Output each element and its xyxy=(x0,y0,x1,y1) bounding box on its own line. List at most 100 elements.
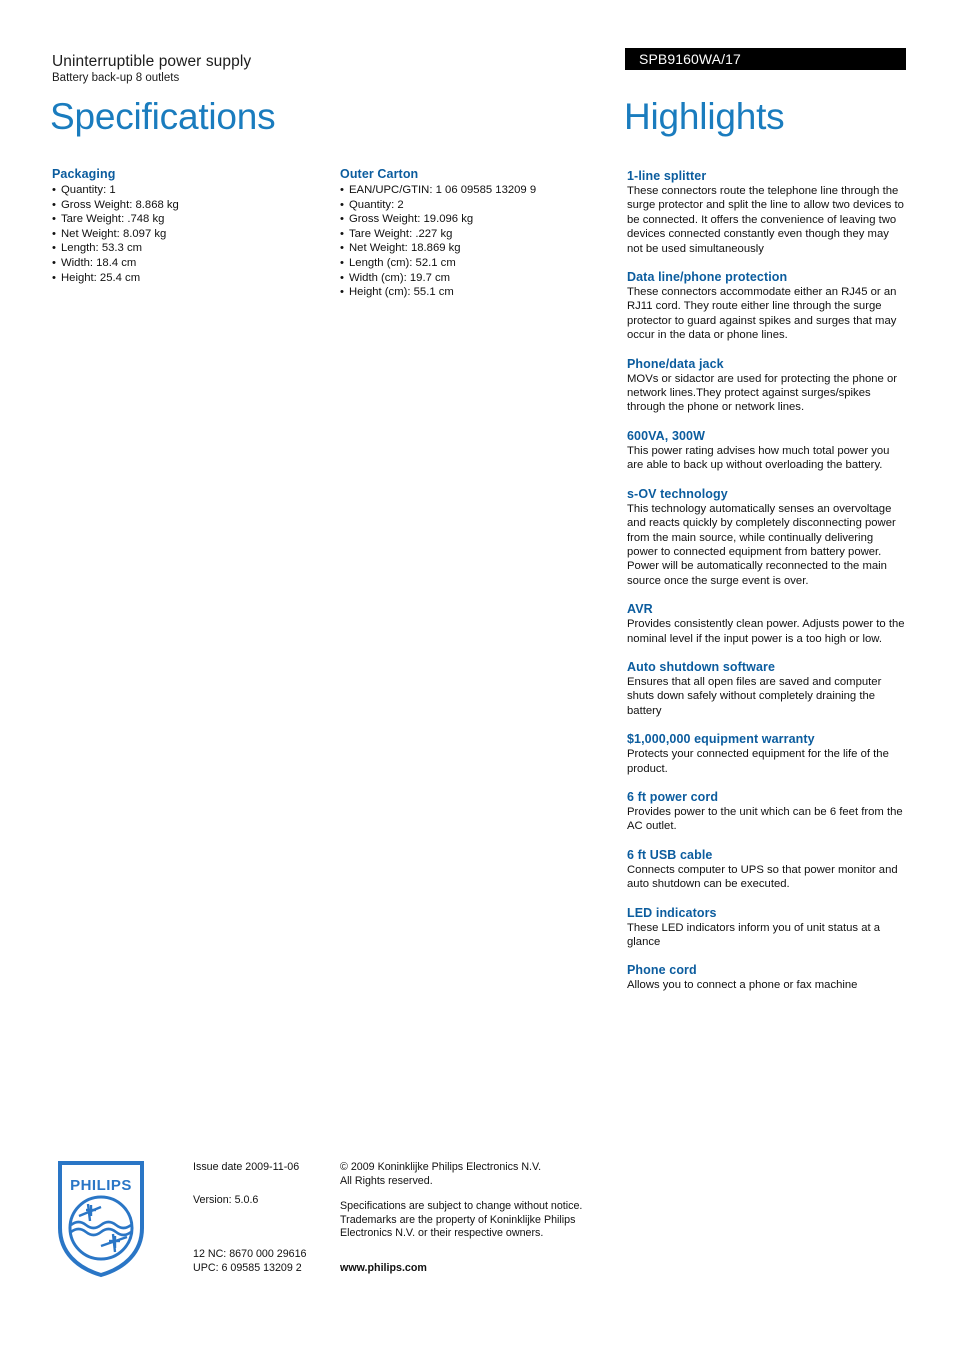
highlight-block: 6 ft power cord Provides power to the uni… xyxy=(627,789,906,834)
disclaimer-line-3: Electronics N.V. or their respective own… xyxy=(340,1227,544,1240)
upc-code: UPC: 6 09585 13209 2 xyxy=(193,1261,302,1274)
spec-item-label: Gross Weight: 8.868 kg xyxy=(61,198,179,211)
bullet-icon: • xyxy=(340,198,344,211)
highlight-body: Connects computer to UPS so that power m… xyxy=(627,863,898,891)
product-code: SPB9160WA/17 xyxy=(639,51,741,67)
spec-column-right: Outer Carton • EAN/UPC/GTIN: 1 06 09585 13… xyxy=(340,166,595,314)
spec-item-label: Height (cm): 55.1 cm xyxy=(349,286,454,299)
spec-item: • Width: 18.4 cm xyxy=(52,256,307,271)
footer-issue-info: Issue date 2009-11-06 Version: 5.0.6 xyxy=(193,1161,333,1207)
spec-item-label: Length (cm): 52.1 cm xyxy=(349,256,456,269)
page-title: Uninterruptible power supply xyxy=(52,53,252,70)
spec-item: • Height: 25.4 cm xyxy=(52,271,307,286)
highlight-block: $1,000,000 equipment warranty Protects yo… xyxy=(627,731,906,776)
highlight-body: These connectors accommodate either an R… xyxy=(627,286,897,342)
highlight-body: MOVs or sidactor are used for protecting… xyxy=(627,372,898,414)
bullet-icon: • xyxy=(52,227,56,240)
spec-item-label: Width: 18.4 cm xyxy=(61,256,137,269)
spec-item-label: Length: 53.3 cm xyxy=(61,242,143,255)
spec-item: • Height (cm): 55.1 cm xyxy=(340,285,595,300)
highlight-block: 6 ft USB cable Connects computer to UPS s… xyxy=(627,847,906,892)
highlight-body: Allows you to connect a phone or fax mac… xyxy=(627,979,858,992)
spec-item-label: Tare Weight: .227 kg xyxy=(349,227,453,240)
highlight-heading: Phone/data jack xyxy=(627,356,724,371)
spec-item: • Tare Weight: .748 kg xyxy=(52,212,307,227)
spec-item: • Length: 53.3 cm xyxy=(52,241,307,256)
spec-item-label: Tare Weight: .748 kg xyxy=(61,213,165,226)
highlight-heading: Data line/phone protection xyxy=(627,270,788,285)
spec-group: Outer Carton • EAN/UPC/GTIN: 1 06 09585 13… xyxy=(340,166,595,300)
issue-date: Issue date 2009-11-06 xyxy=(193,1161,300,1173)
nc-code: 12 NC: 8670 000 29616 xyxy=(193,1248,307,1260)
highlight-block: Data line/phone protection These connecto… xyxy=(627,269,906,343)
spec-item-label: Quantity: 1 xyxy=(61,184,116,196)
version: Version: 5.0.6 xyxy=(193,1193,259,1206)
spec-group: Packaging • Quantity: 1 • Gross Weight: 8.86… xyxy=(52,166,307,285)
highlight-heading: s-OV technology xyxy=(627,486,728,501)
highlight-body: These connectors route the telephone lin… xyxy=(627,185,904,255)
spec-item: • Net Weight: 18.869 kg xyxy=(340,241,595,256)
highlight-heading: $1,000,000 equipment warranty xyxy=(627,732,815,747)
highlight-block: Phone cord Allows you to connect a phone … xyxy=(627,962,906,992)
highlight-body: Provides power to the unit which can be … xyxy=(627,805,903,833)
highlight-heading: 6 ft power cord xyxy=(627,789,719,804)
highlight-heading: 1-line splitter xyxy=(627,169,707,183)
spec-item: • Gross Weight: 8.868 kg xyxy=(52,198,307,213)
copyright-line-1: © 2009 Koninklijke Philips Electronics N… xyxy=(340,1161,542,1173)
highlight-heading: Phone cord xyxy=(627,963,697,978)
bullet-icon: • xyxy=(340,242,344,255)
page-subtitle: Battery back-up 8 outlets xyxy=(52,72,180,84)
spec-item-label: Width (cm): 19.7 cm xyxy=(349,271,451,284)
highlight-heading: LED indicators xyxy=(627,905,717,920)
spec-item: • Quantity: 2 xyxy=(340,198,595,213)
highlight-heading: AVR xyxy=(627,602,653,617)
spec-item: • Width (cm): 19.7 cm xyxy=(340,271,595,286)
spec-item: • Net Weight: 8.097 kg xyxy=(52,227,307,242)
highlight-block: Phone/data jack MOVs or sidactor are used… xyxy=(627,356,906,415)
bullet-icon: • xyxy=(340,286,344,299)
highlight-heading: 600VA, 300W xyxy=(627,428,705,443)
highlights-title: Highlights xyxy=(624,96,785,137)
bullet-icon: • xyxy=(52,271,56,284)
highlight-block: s-OV technology This technology automatic… xyxy=(627,486,906,588)
footer-codes: 12 NC: 8670 000 29616 UPC: 6 09585 13209… xyxy=(193,1248,307,1275)
spec-item: • EAN/UPC/GTIN: 1 06 09585 13209 9 xyxy=(340,183,595,198)
spec-item: • Length (cm): 52.1 cm xyxy=(340,256,595,271)
disclaimer-line-1: Specifications are subject to change wit… xyxy=(340,1200,583,1213)
highlight-body: This power rating advises how much total… xyxy=(627,444,890,472)
bullet-icon: • xyxy=(52,198,56,211)
highlight-body: Ensures that all open files are saved an… xyxy=(627,675,882,717)
bullet-icon: • xyxy=(340,271,344,284)
product-code-bar: SPB9160WA/17 xyxy=(625,48,906,70)
highlight-body: Protects your connected equipment for th… xyxy=(627,748,889,775)
spec-item: • Gross Weight: 19.096 kg xyxy=(340,212,595,227)
highlight-body: These LED indicators inform you of unit … xyxy=(627,921,881,948)
philips-logo: PHILIPS xyxy=(57,1160,145,1278)
highlight-heading: 6 ft USB cable xyxy=(627,847,713,862)
bullet-icon: • xyxy=(340,256,344,269)
highlight-heading: Auto shutdown software xyxy=(627,659,776,674)
highlight-body: Provides consistently clean power. Adjus… xyxy=(627,618,905,645)
bullet-icon: • xyxy=(340,184,344,196)
bullet-icon: • xyxy=(340,227,344,240)
highlight-block: Auto shutdown software Ensures that all o… xyxy=(627,659,906,718)
highlight-body: This technology automatically senses an … xyxy=(627,502,896,587)
footer-legal: © 2009 Koninklijke Philips Electronics N… xyxy=(340,1161,610,1241)
bullet-icon: • xyxy=(52,213,56,226)
disclaimer-line-2: Trademarks are the property of Koninklij… xyxy=(340,1213,576,1226)
svg-text:PHILIPS: PHILIPS xyxy=(70,1177,132,1194)
bullet-icon: • xyxy=(340,213,344,226)
specifications-title: Specifications xyxy=(50,96,276,137)
highlight-block: 600VA, 300W This power rating advises how… xyxy=(627,428,906,473)
highlights-list: 1-line splitter These connectors route th… xyxy=(627,168,906,1006)
bullet-icon: • xyxy=(52,184,56,196)
spec-column-left: Packaging • Quantity: 1 • Gross Weight: 8.86… xyxy=(52,166,307,299)
spec-group-heading: Packaging xyxy=(52,167,116,181)
spec-item-label: Height: 25.4 cm xyxy=(61,271,141,284)
highlight-block: 1-line splitter These connectors route th… xyxy=(627,168,906,256)
spec-item: • Quantity: 1 xyxy=(52,183,307,198)
website-link[interactable]: www.philips.com xyxy=(340,1262,427,1276)
highlight-block: AVR Provides consistently clean power. Ad… xyxy=(627,601,906,646)
product-spec-sheet: Uninterruptible power supply Battery bac… xyxy=(0,0,954,1350)
copyright-line-2: All Rights reserved. xyxy=(340,1174,433,1187)
